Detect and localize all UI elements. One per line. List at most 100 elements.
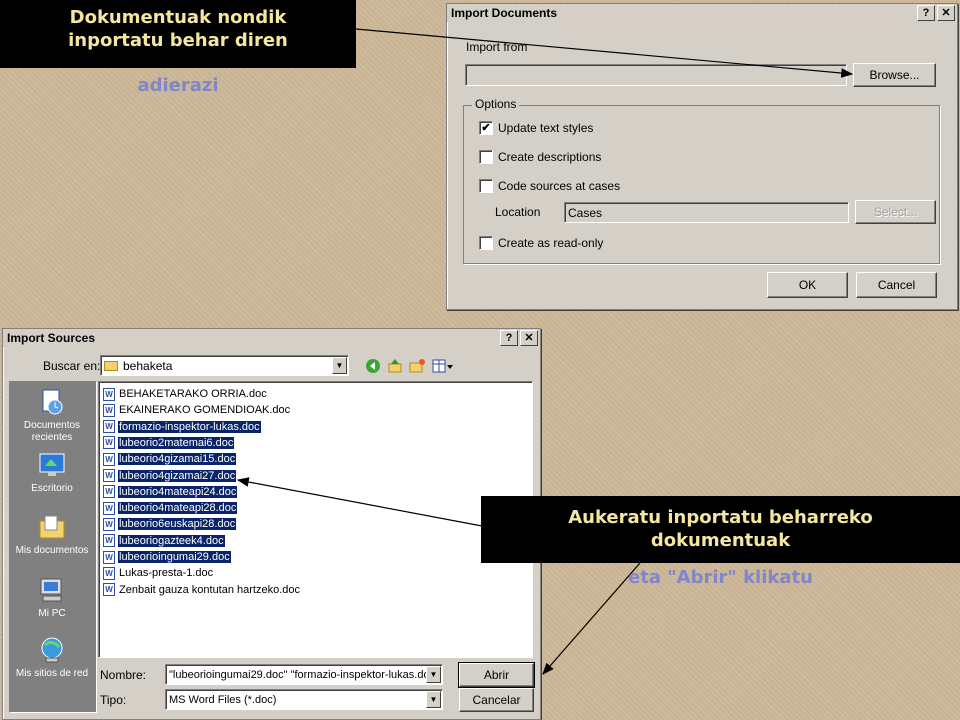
desktop-icon — [39, 453, 65, 476]
recent-documents-icon — [42, 389, 63, 415]
place-label: Mi PC — [38, 608, 66, 619]
file-name: lubeoriogazteek4.doc — [118, 534, 225, 547]
file-list-item[interactable]: W Zenbait gauza kontutan hartzeko.doc — [103, 582, 301, 598]
file-list-item[interactable]: Wlubeorio4gizamai15.doc — [103, 451, 237, 467]
word-document-icon: W — [103, 403, 115, 417]
file-list[interactable]: W BEHAKETARAKO ORRIA.doc W EKAINERAKO GOMEN… — [98, 381, 533, 658]
view-menu-icon[interactable] — [432, 358, 454, 374]
back-icon[interactable] — [364, 358, 382, 374]
help-icon[interactable]: ? — [500, 330, 518, 346]
place-network[interactable]: Mis sitios de red — [9, 635, 95, 680]
file-name: lubeorio6euskapi28.doc — [118, 518, 237, 531]
browse-button[interactable]: Browse... — [853, 63, 936, 87]
callout-line: Aukeratu inportatu beharreko — [568, 507, 873, 528]
file-list-item[interactable]: W EKAINERAKO GOMENDIOAK.doc — [103, 402, 291, 418]
callout-line: inportatu behar diren — [68, 30, 288, 51]
word-document-icon: W — [103, 501, 115, 515]
place-label: Mis documentos — [15, 545, 89, 556]
word-document-icon: W — [103, 469, 115, 482]
word-document-icon: W — [103, 550, 115, 564]
callout-select-files: Aukeratu inportatu beharreko dokumentuak… — [481, 496, 960, 588]
file-list-item[interactable]: Wformazio-inspektor-lukas.doc — [103, 419, 261, 435]
place-recent-documents[interactable]: Documentos recientes — [9, 387, 95, 444]
import-documents-titlebar[interactable]: Import Documents ? ✕ — [447, 4, 957, 22]
file-name-input[interactable]: "lubeorioingumai29.doc" "formazio-inspek… — [165, 664, 443, 685]
place-my-computer[interactable]: Mi PC — [9, 575, 95, 620]
new-folder-icon[interactable] — [408, 358, 426, 374]
select-button[interactable]: Select... — [855, 200, 936, 224]
file-name: Lukas-presta-1.doc — [119, 567, 214, 580]
file-list-item[interactable]: Wlubeorioingumai29.doc — [103, 549, 231, 565]
update-text-styles-checkbox[interactable]: ✔ — [479, 121, 493, 135]
word-document-icon: W — [103, 566, 115, 580]
place-my-documents[interactable]: Mis documentos — [9, 512, 95, 557]
file-name: lubeorio4gizamai27.doc — [118, 469, 237, 482]
create-descriptions-label: Create descriptions — [498, 150, 602, 164]
folder-icon — [104, 360, 118, 371]
network-places-icon — [41, 637, 63, 663]
import-from-field[interactable] — [465, 64, 847, 86]
cancel-button[interactable]: Cancel — [856, 272, 937, 298]
my-computer-icon — [40, 578, 62, 602]
file-list-item[interactable]: Wlubeorio4gizamai27.doc — [103, 468, 237, 484]
place-label: Escritorio — [31, 483, 73, 494]
file-name: lubeorio4mateapi24.doc — [118, 485, 238, 498]
file-list-item[interactable]: W Lukas-presta-1.doc — [103, 565, 214, 581]
look-in-label: Buscar en: — [43, 359, 101, 373]
file-type-label: Tipo: — [100, 693, 127, 707]
chevron-down-icon[interactable]: ▼ — [332, 357, 347, 374]
import-sources-title: Import Sources — [7, 331, 96, 345]
file-name: EKAINERAKO GOMENDIOAK.doc — [119, 404, 291, 417]
location-field[interactable]: Cases — [564, 202, 849, 223]
word-document-icon: W — [103, 452, 115, 466]
options-label: Options — [472, 97, 520, 111]
import-documents-title: Import Documents — [451, 6, 558, 20]
ok-button[interactable]: OK — [767, 272, 848, 298]
file-name: lubeorio4gizamai15.doc — [118, 453, 237, 466]
word-document-icon: W — [103, 436, 115, 450]
word-document-icon: W — [103, 583, 115, 597]
file-name: formazio-inspektor-lukas.doc — [118, 420, 261, 433]
callout-line: eta "Abrir" klikatu — [628, 567, 813, 588]
cancel-open-button[interactable]: Cancelar — [459, 688, 534, 712]
word-document-icon: W — [103, 420, 115, 434]
file-name: BEHAKETARAKO ORRIA.doc — [119, 388, 267, 400]
file-name: Zenbait gauza kontutan hartzeko.doc — [119, 583, 301, 596]
close-icon[interactable]: ✕ — [937, 5, 955, 21]
help-icon[interactable]: ? — [917, 5, 935, 21]
word-document-icon: W — [103, 534, 115, 548]
word-document-icon: W — [103, 485, 115, 499]
file-list-item[interactable]: Wlubeorio4mateapi28.doc — [103, 500, 238, 516]
chevron-down-icon[interactable]: ▼ — [426, 666, 441, 683]
chevron-down-icon[interactable]: ▼ — [426, 691, 441, 708]
callout-line: dokumentuak — [650, 530, 791, 551]
place-desktop[interactable]: Escritorio — [9, 450, 95, 495]
import-from-label: Import from — [466, 40, 528, 54]
look-in-value: behaketa — [123, 358, 173, 373]
file-list-item[interactable]: Wlubeorio2matemai6.doc — [103, 435, 235, 451]
file-list-item[interactable]: W BEHAKETARAKO ORRIA.doc — [103, 386, 268, 402]
file-name-label: Nombre: — [100, 668, 147, 682]
file-name: lubeorio4mateapi28.doc — [118, 502, 238, 515]
file-list-item[interactable]: Wlubeoriogazteek4.doc — [103, 533, 225, 549]
create-descriptions-checkbox[interactable] — [479, 150, 493, 164]
file-list-item[interactable]: Wlubeorio4mateapi24.doc — [103, 484, 238, 500]
close-icon[interactable]: ✕ — [520, 330, 538, 346]
file-list-item[interactable]: Wlubeorio6euskapi28.doc — [103, 516, 237, 532]
place-label: Mis sitios de red — [15, 668, 89, 679]
open-button[interactable]: Abrir — [458, 662, 535, 688]
read-only-checkbox[interactable] — [479, 236, 493, 250]
read-only-label: Create as read-only — [498, 236, 604, 250]
file-type-value: MS Word Files (*.doc) — [169, 693, 277, 706]
file-name: lubeorio2matemai6.doc — [118, 436, 235, 449]
code-sources-label: Code sources at cases — [498, 179, 621, 193]
up-folder-icon[interactable] — [386, 358, 404, 374]
callout-import-from: Dokumentuak nondik inportatu behar diren… — [0, 0, 356, 96]
file-name: lubeorioingumai29.doc — [118, 551, 231, 563]
word-document-icon: W — [103, 387, 115, 401]
import-sources-titlebar[interactable]: Import Sources ? ✕ — [3, 329, 540, 347]
code-sources-checkbox[interactable] — [479, 179, 493, 193]
file-type-select[interactable]: MS Word Files (*.doc) ▼ — [165, 689, 443, 710]
look-in-select[interactable]: behaketa ▼ — [100, 355, 349, 376]
location-label: Location — [495, 205, 541, 219]
